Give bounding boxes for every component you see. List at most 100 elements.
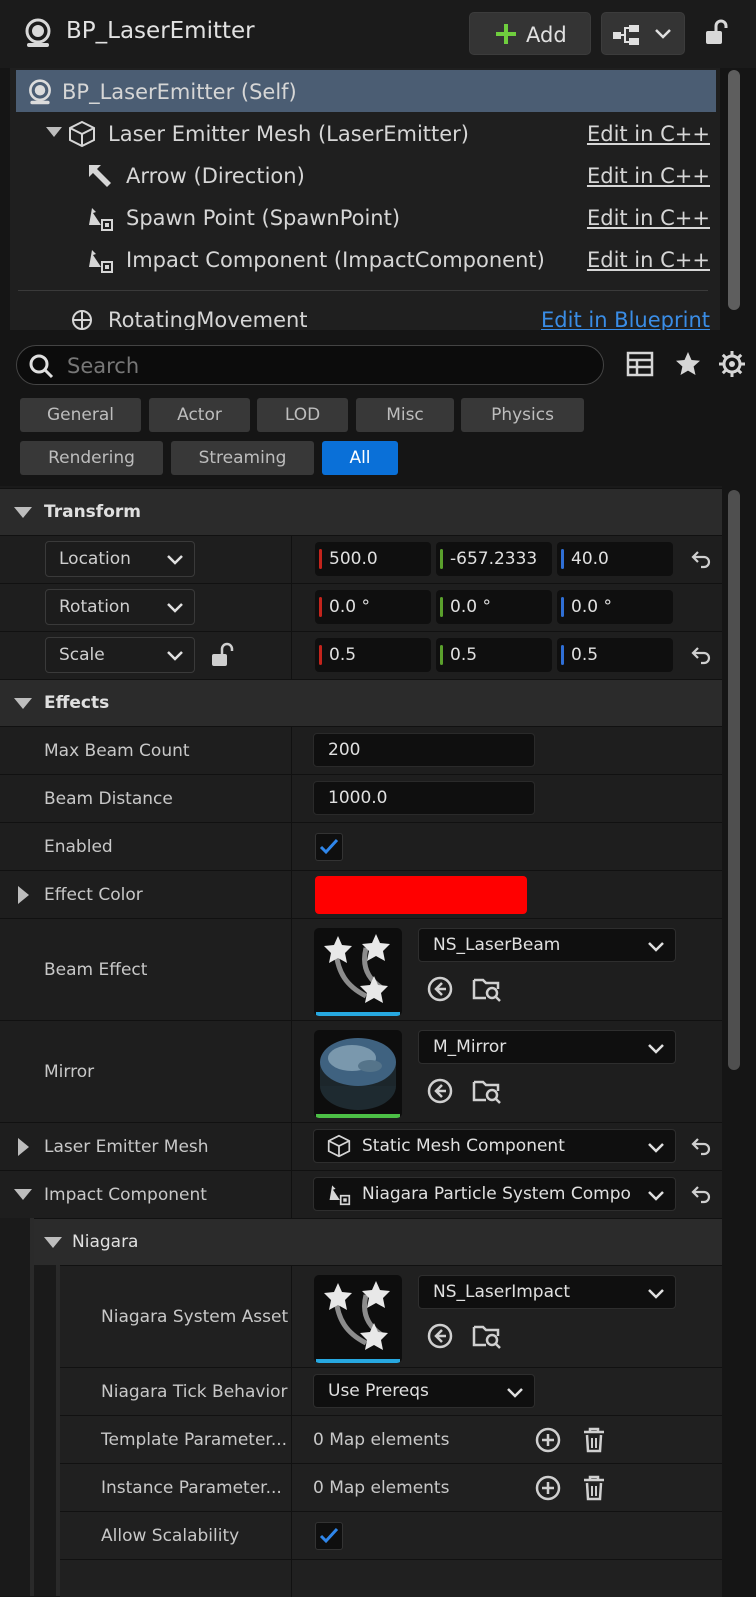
filter-tab-all[interactable]: All	[322, 441, 398, 475]
location-x-field[interactable]: 500.0	[315, 542, 431, 576]
max-beam-count-row: Max Beam Count 200	[0, 726, 722, 774]
edit-in-cpp-link[interactable]: Edit in C++	[587, 206, 710, 230]
beam-distance-row: Beam Distance 1000.0	[0, 774, 722, 822]
column-divider	[291, 1266, 292, 1367]
tree-item-spawn-point[interactable]: Spawn Point (SpawnPoint) Edit in C++	[10, 196, 710, 238]
scale-row: Scale 0.5 0.5 0.5	[0, 631, 722, 679]
plus-icon	[494, 22, 518, 46]
transform-section-header[interactable]: Transform	[0, 488, 722, 535]
location-z-field[interactable]: 40.0	[557, 542, 673, 576]
add-component-button[interactable]: Add	[469, 12, 591, 55]
scale-mode-dropdown[interactable]: Scale	[45, 637, 195, 673]
collapse-arrow-icon	[14, 507, 32, 519]
tree-scrollbar[interactable]	[728, 70, 740, 310]
add-element-icon[interactable]	[534, 1474, 562, 1502]
niagara-section-header[interactable]: Niagara	[34, 1218, 722, 1265]
details-search-box[interactable]	[16, 345, 604, 385]
column-divider	[291, 1123, 292, 1170]
chevron-down-icon	[166, 602, 184, 613]
tick-behavior-dropdown[interactable]: Use Prereqs	[313, 1374, 535, 1408]
section-title: Transform	[44, 502, 141, 522]
filter-tab-rendering[interactable]: Rendering	[20, 441, 163, 475]
browse-to-asset-icon[interactable]	[472, 1077, 502, 1105]
property-label: Niagara Tick Behavior	[101, 1382, 288, 1402]
rotation-row: Rotation 0.0 ° 0.0 ° 0.0 °	[0, 583, 722, 631]
hierarchy-options-button[interactable]	[601, 12, 685, 55]
reset-to-default-icon[interactable]	[690, 1136, 712, 1156]
effects-section-header[interactable]: Effects	[0, 679, 722, 726]
tree-item-laser-emitter-mesh[interactable]: Laser Emitter Mesh (LaserEmitter) Edit i…	[10, 112, 710, 154]
property-matrix-icon[interactable]	[626, 351, 654, 377]
scale-x-field[interactable]: 0.5	[315, 638, 431, 672]
next-property-row	[60, 1559, 722, 1597]
edit-in-cpp-link[interactable]: Edit in C++	[587, 248, 710, 272]
add-element-icon[interactable]	[534, 1426, 562, 1454]
column-divider	[291, 1171, 292, 1218]
details-scrollbar[interactable]	[728, 490, 740, 1070]
trash-icon[interactable]	[582, 1426, 606, 1454]
location-y-field[interactable]: -657.2333	[436, 542, 552, 576]
edit-in-cpp-link[interactable]: Edit in C++	[587, 164, 710, 188]
scale-y-field[interactable]: 0.5	[436, 638, 552, 672]
niagara-component-icon	[86, 246, 114, 274]
filter-tab-streaming[interactable]: Streaming	[171, 441, 314, 475]
niagara-system-thumbnail[interactable]	[314, 1275, 402, 1363]
tree-item-rotating-movement[interactable]: RotatingMovement Edit in Blueprint	[10, 298, 710, 330]
laser-emitter-mesh-dropdown[interactable]: Static Mesh Component	[313, 1129, 676, 1163]
allow-scalability-checkbox[interactable]	[315, 1522, 343, 1550]
rotation-z-field[interactable]: 0.0 °	[557, 590, 673, 624]
add-button-label: Add	[526, 23, 567, 47]
expand-arrow-icon[interactable]	[18, 1138, 30, 1156]
niagara-system-asset-dropdown[interactable]: NS_LaserImpact	[418, 1275, 676, 1309]
tree-item-arrow[interactable]: Arrow (Direction) Edit in C++	[10, 154, 710, 196]
tree-item-label: Impact Component (ImpactComponent)	[126, 248, 545, 272]
trash-icon[interactable]	[582, 1474, 606, 1502]
reset-to-default-icon[interactable]	[690, 549, 712, 569]
edit-in-blueprint-link[interactable]: Edit in Blueprint	[541, 308, 710, 330]
column-divider	[291, 1512, 292, 1559]
filter-tab-physics[interactable]: Physics	[461, 398, 584, 432]
tree-item-self[interactable]: BP_LaserEmitter (Self)	[16, 70, 716, 112]
use-selected-asset-icon[interactable]	[426, 1077, 454, 1105]
filter-tab-lod[interactable]: LOD	[257, 398, 348, 432]
scale-z-field[interactable]: 0.5	[557, 638, 673, 672]
expand-arrow-icon[interactable]	[18, 886, 30, 904]
edit-in-cpp-link[interactable]: Edit in C++	[587, 122, 710, 146]
browse-to-asset-icon[interactable]	[472, 1322, 502, 1350]
rotation-mode-dropdown[interactable]: Rotation	[45, 589, 195, 625]
mirror-material-preview	[320, 1038, 396, 1110]
impact-component-dropdown[interactable]: Niagara Particle System Compo	[313, 1177, 676, 1211]
reset-to-default-icon[interactable]	[690, 645, 712, 665]
tree-item-impact-component[interactable]: Impact Component (ImpactComponent) Edit …	[10, 238, 710, 280]
rotation-x-field[interactable]: 0.0 °	[315, 590, 431, 624]
reset-to-default-icon[interactable]	[690, 1184, 712, 1204]
use-selected-asset-icon[interactable]	[426, 1322, 454, 1350]
beam-distance-input[interactable]: 1000.0	[313, 781, 535, 815]
favorite-star-icon[interactable]	[674, 350, 702, 378]
filter-tab-misc[interactable]: Misc	[356, 398, 454, 432]
column-divider	[291, 1560, 292, 1597]
browse-to-asset-icon[interactable]	[472, 975, 502, 1003]
niagara-stars-icon	[324, 1281, 390, 1350]
property-label: Template Parameter...	[101, 1430, 288, 1450]
location-mode-dropdown[interactable]: Location	[45, 541, 195, 577]
niagara-system-thumbnail[interactable]	[314, 928, 402, 1016]
filter-tab-general[interactable]: General	[20, 398, 141, 432]
material-thumbnail[interactable]	[314, 1030, 402, 1118]
beam-effect-asset-dropdown[interactable]: NS_LaserBeam	[418, 928, 676, 962]
property-label: Beam Distance	[44, 789, 173, 809]
mirror-asset-dropdown[interactable]: M_Mirror	[418, 1030, 676, 1064]
chevron-down-icon	[654, 28, 672, 40]
rotation-y-field[interactable]: 0.0 °	[436, 590, 552, 624]
enabled-checkbox[interactable]	[315, 833, 343, 861]
unlock-icon[interactable]	[704, 18, 730, 46]
use-selected-asset-icon[interactable]	[426, 975, 454, 1003]
search-input[interactable]	[65, 350, 589, 382]
max-beam-count-input[interactable]: 200	[313, 733, 535, 767]
unlock-scale-icon[interactable]	[210, 642, 236, 668]
effect-color-swatch[interactable]	[315, 876, 527, 914]
filter-tab-actor[interactable]: Actor	[149, 398, 250, 432]
collapse-arrow-icon[interactable]	[14, 1189, 32, 1201]
expand-arrow-icon[interactable]	[46, 127, 62, 139]
settings-gear-icon[interactable]	[718, 350, 746, 378]
